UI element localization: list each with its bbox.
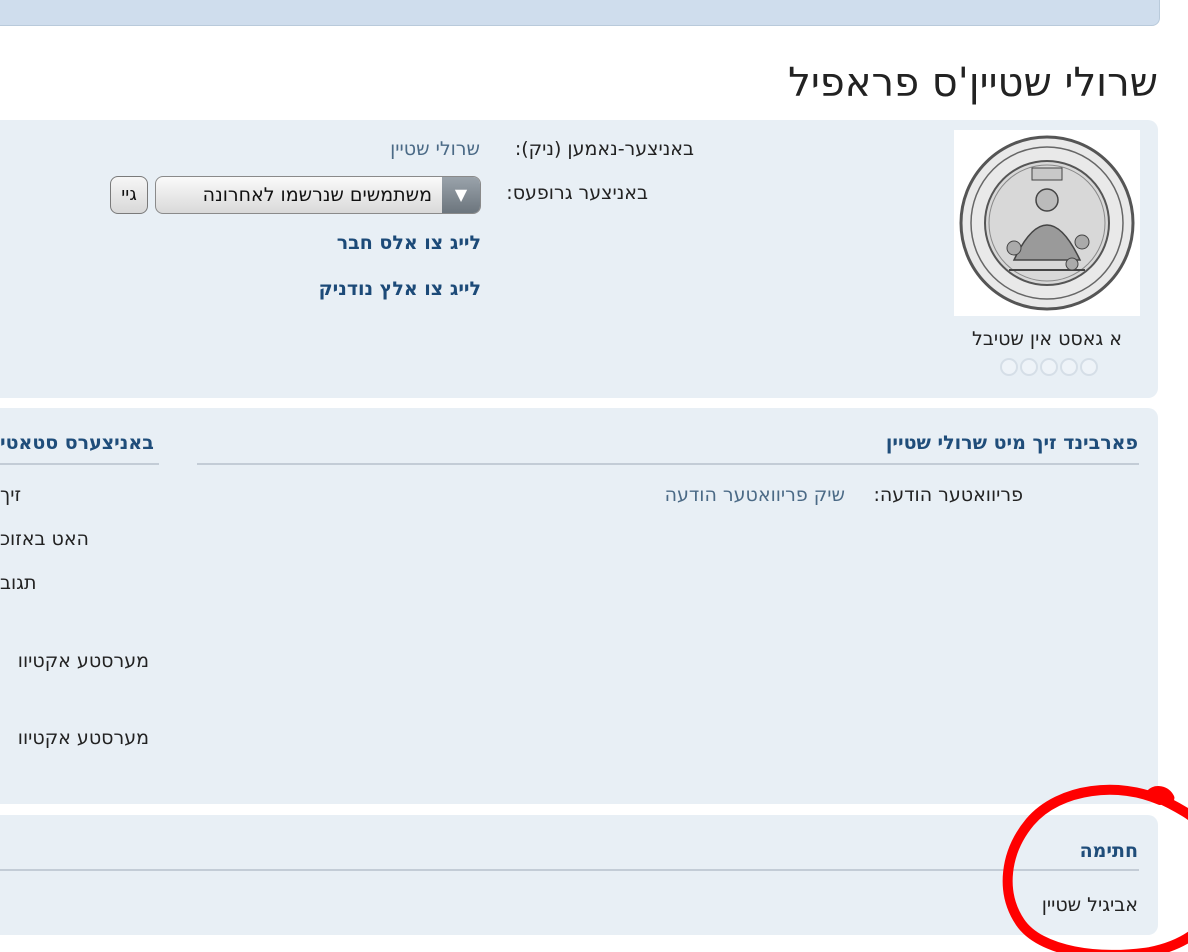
page-title: שרולי שטיין'ס פראפיל bbox=[788, 60, 1158, 106]
stats-row-text: זיך bbox=[0, 484, 22, 506]
profile-page: שרולי שטיין'ס פראפיל א גאסט אין שטיבל בא… bbox=[0, 0, 1188, 952]
section-divider bbox=[0, 869, 1139, 871]
stats-row: מערסטע אקטיוו bbox=[0, 727, 149, 749]
signature-text: אביגיל שטיין bbox=[1041, 894, 1138, 916]
send-private-message-link[interactable]: שיק פריוואטער הודעה bbox=[665, 484, 845, 506]
reputation-dot bbox=[1040, 358, 1058, 376]
signature-heading: חתימה bbox=[1079, 840, 1138, 862]
stats-row: מערסטע אקטיוו bbox=[0, 650, 149, 672]
nickname-label: באניצער-נאמען (ניק): bbox=[514, 138, 694, 160]
private-message-label: פריוואטער הודעה: bbox=[873, 484, 1023, 506]
chevron-down-icon[interactable]: ▼ bbox=[442, 177, 480, 213]
university-seal-image bbox=[954, 130, 1140, 316]
go-button[interactable]: גיי bbox=[110, 176, 148, 214]
add-friend-link[interactable]: לייג צו אלס חבר bbox=[337, 232, 481, 254]
stats-row: תגוב bbox=[0, 572, 36, 594]
top-navigation-bar bbox=[0, 0, 1160, 26]
reputation-dot bbox=[1080, 358, 1098, 376]
user-avatar bbox=[954, 130, 1140, 316]
usergroup-select[interactable]: ▼ משתמשים שנרשמו לאחרונה bbox=[155, 176, 481, 214]
contact-heading: פארבינד זיך מיט שרולי שטיין bbox=[885, 432, 1138, 454]
user-rank-title: א גאסט אין שטיבל bbox=[972, 328, 1122, 350]
reputation-dot bbox=[1020, 358, 1038, 376]
stats-row-text: תגוב bbox=[0, 572, 37, 594]
reputation-indicator bbox=[1000, 358, 1098, 376]
contact-and-stats-panel bbox=[0, 408, 1158, 804]
nav-crumbs-cutoff bbox=[0, 7, 1159, 25]
nickname-value: שרולי שטיין bbox=[390, 138, 480, 160]
reputation-dot bbox=[1000, 358, 1018, 376]
usergroup-select-value: משתמשים שנרשמו לאחרונה bbox=[202, 184, 432, 206]
stats-heading: באניצערס סטאטי bbox=[0, 432, 154, 454]
stats-row: זיך bbox=[0, 484, 21, 506]
stats-row-text: מערסטע אקטיוו bbox=[17, 727, 149, 749]
groups-label: באניצער גרופעס: bbox=[506, 182, 648, 204]
signature-panel bbox=[0, 815, 1158, 935]
section-divider bbox=[197, 463, 1139, 465]
stats-row: האט באזוכ bbox=[0, 528, 89, 550]
section-divider bbox=[0, 463, 159, 465]
stats-row-text: האט באזוכ bbox=[0, 528, 89, 550]
reputation-dot bbox=[1060, 358, 1078, 376]
add-contact-link[interactable]: לייג צו אלץ נודניק bbox=[319, 278, 481, 300]
stats-row-text: מערסטע אקטיוו bbox=[17, 650, 149, 672]
stats-heading-text: באניצערס סטאטי bbox=[0, 432, 154, 454]
